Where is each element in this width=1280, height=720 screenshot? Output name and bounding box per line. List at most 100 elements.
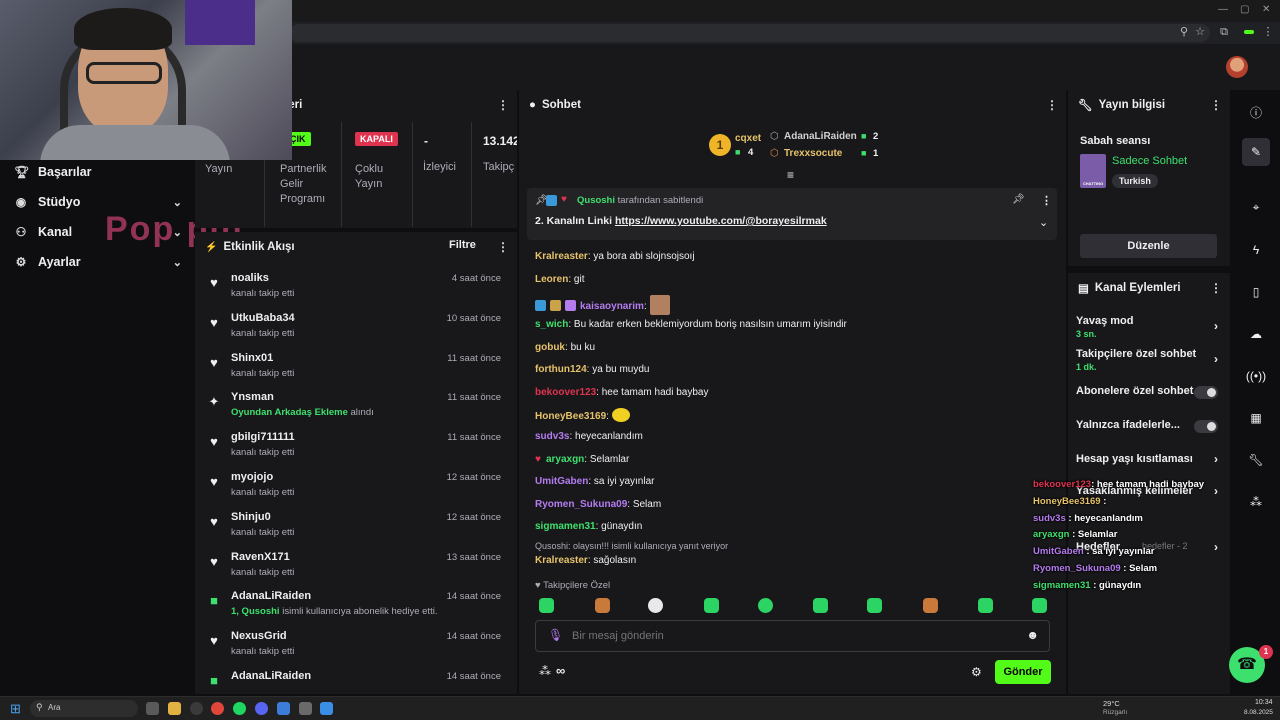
chat-username[interactable]: HoneyBee3169 (535, 411, 606, 422)
activity-username[interactable]: AdanaLiRaiden (231, 590, 311, 602)
toggle-switch[interactable] (1194, 386, 1218, 399)
activity-username[interactable]: UtkuBaba34 (231, 312, 295, 324)
chevron-right-icon[interactable]: › (1214, 484, 1218, 498)
sidebar-item-achievements[interactable]: 🏆︎ Başarılar (14, 162, 182, 182)
list-item[interactable]: ✦ Ynsman Oyundan Arkadaş Ekleme alındı 11 s… (195, 391, 515, 431)
app-icon[interactable] (299, 702, 312, 715)
list-item[interactable]: ♥ Shinx01 kanalı takip etti 11 saat önce (195, 352, 515, 392)
task-view-icon[interactable] (146, 702, 159, 715)
app-icon[interactable] (190, 702, 203, 715)
emote-icon[interactable] (648, 598, 663, 613)
send-button[interactable]: Gönder (995, 660, 1051, 684)
list-item[interactable]: ♥ noaliks kanalı takip etti 4 saat önce (195, 272, 515, 312)
discord-icon[interactable] (255, 702, 268, 715)
infinity-icon[interactable]: ∞ (556, 663, 565, 678)
emoji-icon[interactable]: ☻ (1026, 628, 1039, 642)
activity-username[interactable]: AdanaLiRaiden (231, 670, 311, 682)
chat-username[interactable]: gobuk (535, 342, 565, 353)
collapse-icon[interactable]: ≡ (787, 168, 794, 182)
minimize-icon[interactable]: — (1218, 4, 1228, 15)
channel-action-item[interactable]: Takipçilere özel sohbet 1 dk. (1076, 348, 1219, 372)
zoom-icon[interactable]: ⚲ (1178, 26, 1190, 38)
leaderboard-name[interactable]: AdanaLiRaiden (784, 131, 857, 142)
wrench-icon[interactable]: 🔧︎ (1242, 446, 1270, 474)
leaderboard-name[interactable]: cqxet (735, 133, 761, 144)
chat-username[interactable]: Ryomen_Sukuna09 (535, 499, 627, 510)
chat-input[interactable]: 🎙︎ ☻ (535, 620, 1050, 652)
app-icon[interactable] (277, 702, 290, 715)
activity-username[interactable]: Shinx01 (231, 352, 273, 364)
emote-icon[interactable] (539, 598, 554, 613)
chat-username[interactable]: forthun124 (535, 364, 587, 375)
app-icon[interactable] (320, 702, 333, 715)
activity-username[interactable]: noaliks (231, 272, 269, 284)
category-thumbnail[interactable]: CHATTING (1080, 154, 1106, 188)
document-icon[interactable]: ▯ (1242, 278, 1270, 306)
chat-username[interactable]: sigmamen31 (535, 521, 596, 532)
chevron-right-icon[interactable]: › (1214, 352, 1218, 366)
list-item[interactable]: ♥ NexusGrid kanalı takip etti 14 saat önce (195, 630, 515, 670)
focus-icon[interactable]: ⌖ (1242, 193, 1270, 221)
lightning-icon[interactable]: ϟ (1242, 236, 1270, 264)
list-item[interactable]: ♥ myojojo kanalı takip etti 12 saat önce (195, 471, 515, 511)
tips-icon[interactable]: ⁂ (539, 664, 551, 678)
close-icon[interactable]: ✕ (1262, 4, 1270, 15)
extension-badge-icon[interactable] (1244, 30, 1254, 34)
browser-menu-icon[interactable]: ⋮ (1262, 26, 1274, 38)
emote-icon[interactable] (813, 598, 828, 613)
chat-username[interactable]: Kralreaster (535, 251, 588, 262)
chrome-icon[interactable] (211, 702, 224, 715)
activity-username[interactable]: NexusGrid (231, 630, 287, 642)
more-options-icon[interactable]: ⋮ (1046, 98, 1058, 112)
list-item[interactable]: ♥ UtkuBaba34 kanalı takip etti 10 saat önce (195, 312, 515, 352)
spotify-icon[interactable] (233, 702, 246, 715)
unpin-icon[interactable]: 📌︎ (1012, 194, 1025, 205)
chevron-down-icon[interactable]: ⌄ (1039, 216, 1048, 229)
pinned-by-user[interactable]: Qusoshi (577, 195, 615, 206)
list-item[interactable]: ♥ Shinju0 kanalı takip etti 12 saat önce (195, 511, 515, 551)
activity-username[interactable]: Shinju0 (231, 511, 271, 523)
emote-icon[interactable] (758, 598, 773, 613)
emote-icon[interactable] (978, 598, 993, 613)
chat-username[interactable]: s_wich (535, 319, 568, 330)
more-options-icon[interactable]: ⋮ (497, 240, 509, 254)
emote-icon[interactable] (867, 598, 882, 613)
pinned-link[interactable]: https://www.youtube.com/@borayesilrmak (615, 215, 827, 227)
chat-username[interactable]: UmitGaben (535, 476, 588, 487)
edit-button[interactable]: Düzenle (1080, 234, 1217, 258)
avatar[interactable] (1226, 56, 1248, 78)
microphone-icon[interactable]: 🎙︎ (548, 628, 563, 642)
toggle-switch[interactable] (1194, 420, 1218, 433)
chevron-right-icon[interactable]: › (1214, 452, 1218, 466)
maximize-icon[interactable]: ▢ (1240, 4, 1249, 15)
more-options-icon[interactable]: ⋮ (1210, 98, 1222, 112)
clock-time[interactable]: 10:34 (1255, 699, 1273, 706)
activity-username[interactable]: myojojo (231, 471, 273, 483)
chat-username[interactable]: Leoren (535, 274, 568, 285)
weather-temp[interactable]: 29°C (1103, 699, 1120, 708)
layout-icon[interactable]: ▦ (1242, 404, 1270, 432)
broadcast-icon[interactable]: ((•)) (1242, 362, 1270, 390)
channel-action-item[interactable]: Hesap yaşı kısıtlaması (1076, 453, 1219, 465)
more-options-icon[interactable]: ⋮ (497, 98, 509, 112)
pencil-icon[interactable]: ✎ (1242, 138, 1270, 166)
windows-start-icon[interactable]: ⊞ (10, 701, 21, 717)
info-icon[interactable]: ⓘ (1242, 98, 1270, 126)
channel-action-item[interactable]: Yavaş mod 3 sn. (1076, 315, 1219, 339)
list-item[interactable]: ■ AdanaLiRaiden 1, Qusoshi isimli kullanıc… (195, 590, 515, 630)
more-options-icon[interactable]: ⋮ (1041, 194, 1052, 207)
chat-username[interactable]: Kralreaster (535, 555, 588, 566)
chevron-right-icon[interactable]: › (1214, 319, 1218, 333)
extensions-icon[interactable]: ⧉ (1218, 26, 1230, 38)
category-link[interactable]: Sadece Sohbet (1112, 155, 1187, 167)
chat-message-field[interactable] (572, 627, 1012, 645)
emote-icon[interactable] (1032, 598, 1047, 613)
activity-username[interactable]: gbilgi711111 (231, 431, 295, 443)
sidebar-item-settings[interactable]: ⚙ Ayarlar ⌄ (14, 252, 182, 272)
chat-username[interactable]: aryaxgn (546, 454, 584, 465)
chat-bubble-icon[interactable]: ☁ (1242, 320, 1270, 348)
chevron-right-icon[interactable]: › (1214, 540, 1218, 554)
bookmark-star-icon[interactable]: ☆ (1194, 26, 1206, 38)
activity-username[interactable]: Ynsman (231, 391, 274, 403)
emote-icon[interactable] (923, 598, 938, 613)
